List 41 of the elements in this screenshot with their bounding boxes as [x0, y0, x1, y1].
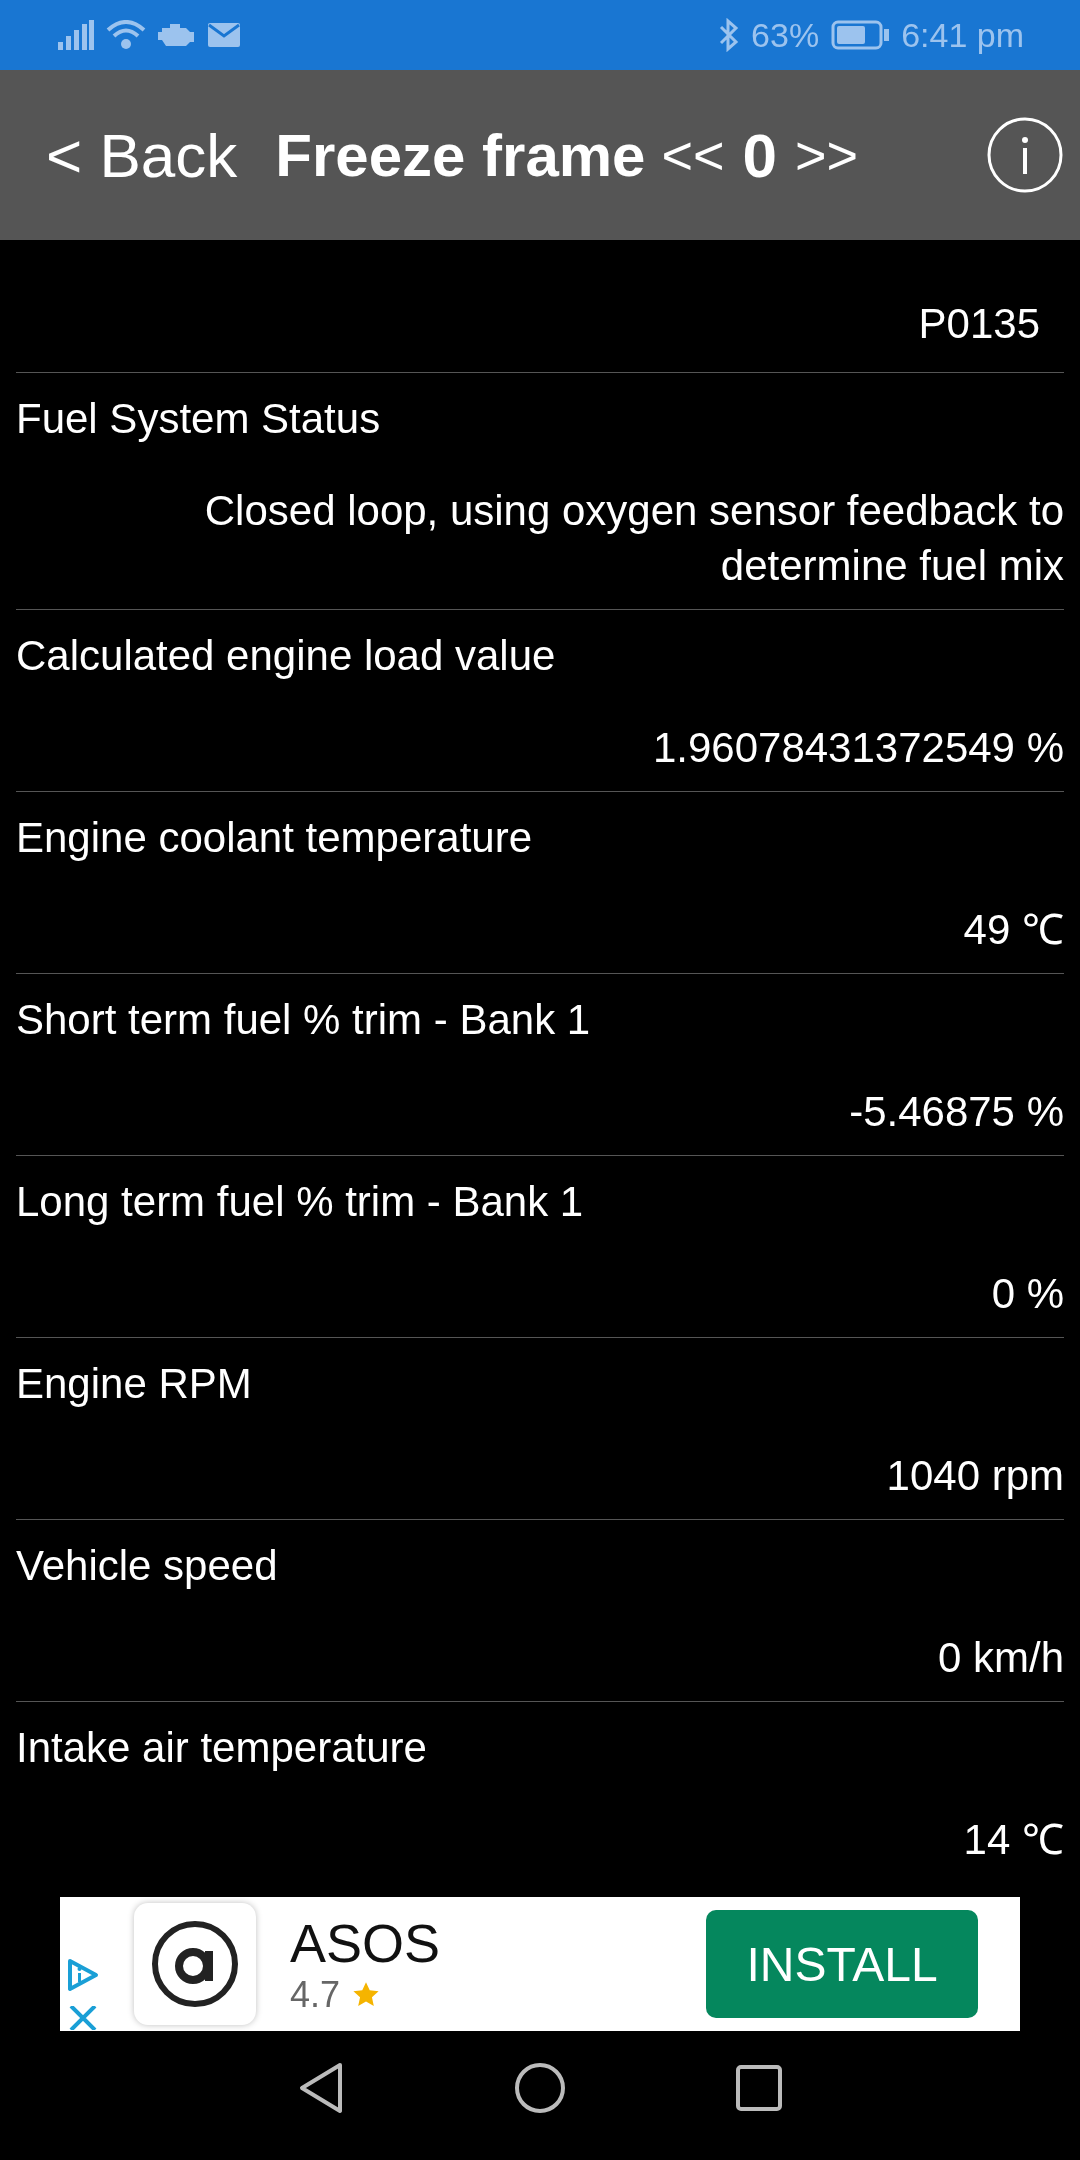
recents-nav-icon[interactable]	[736, 2065, 782, 2111]
parameter-value: 49 ℃	[962, 905, 1064, 955]
parameter-label: Short term fuel % trim - Bank 1	[16, 995, 592, 1045]
previous-frame-link[interactable]: <<	[661, 124, 725, 186]
back-nav-icon[interactable]	[298, 2062, 344, 2114]
parameter-value: 1040 rpm	[885, 1451, 1064, 1501]
battery-percent: 63%	[751, 15, 820, 55]
parameter-value: 0 km/h	[936, 1633, 1064, 1683]
parameter-label: Fuel System Status	[16, 394, 382, 444]
clock-time: 6:41 pm	[901, 15, 1024, 55]
parameter-value: P0135	[917, 299, 1040, 349]
signal-icon	[58, 20, 94, 50]
battery-icon	[831, 20, 890, 50]
parameter-label: Vehicle speed	[16, 1541, 279, 1591]
frame-number: 0	[742, 119, 778, 191]
app-rating: 4.7	[290, 1974, 341, 2016]
wifi-icon	[106, 20, 146, 50]
parameter-value: 1.96078431372549 %	[651, 723, 1064, 773]
screen-title: Freeze frame	[275, 120, 646, 190]
parameter-value: Closed loop, using oxygen sensor feedback to determine fuel mix	[203, 486, 1064, 591]
bluetooth-icon	[719, 18, 740, 52]
parameter-label: Calculated engine load value	[16, 631, 557, 681]
close-icon[interactable]	[68, 2006, 98, 2030]
ad-choices-icon[interactable]	[67, 1958, 99, 1992]
home-nav-icon[interactable]	[514, 2062, 566, 2114]
parameter-value: 14 ℃	[962, 1815, 1064, 1865]
mail-icon	[208, 23, 240, 47]
back-link[interactable]: < Back	[46, 119, 238, 191]
install-button[interactable]: INSTALL	[706, 1910, 978, 2018]
parameter-label: Engine RPM	[16, 1359, 253, 1409]
parameter-value: -5.46875 %	[848, 1087, 1064, 1137]
parameter-label: Long term fuel % trim - Bank 1	[16, 1177, 585, 1227]
next-frame-link[interactable]: >>	[795, 124, 859, 186]
parameter-value: 0 %	[990, 1269, 1064, 1319]
engine-icon	[158, 22, 196, 48]
parameter-label: Engine coolant temperature	[16, 813, 533, 863]
info-icon[interactable]	[986, 116, 1064, 194]
star-icon	[352, 1981, 381, 2009]
app-name: ASOS	[290, 1912, 441, 1974]
parameter-label: Intake air temperature	[16, 1723, 428, 1773]
app-icon	[134, 1903, 256, 2025]
